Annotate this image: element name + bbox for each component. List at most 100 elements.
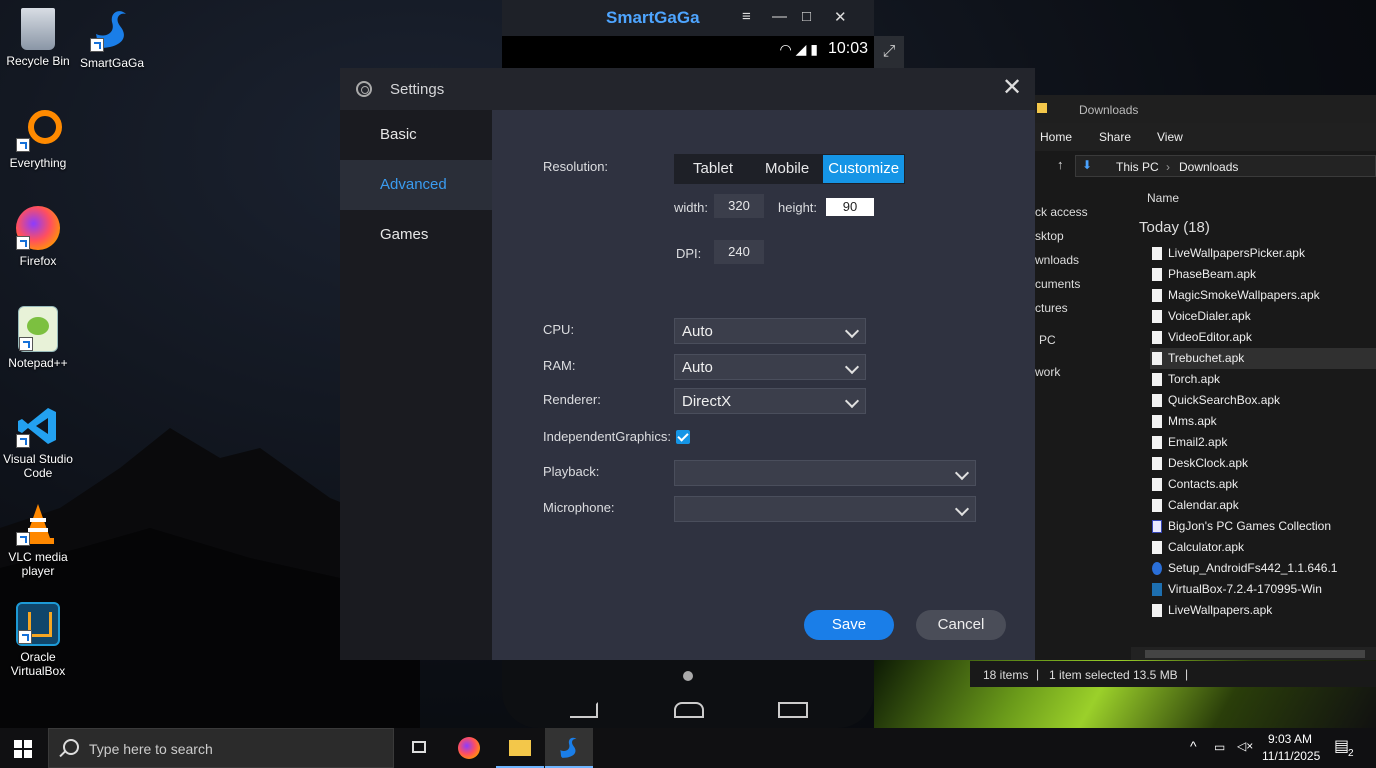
chevron-up-icon[interactable]: ^ — [1190, 738, 1197, 754]
taskbar-date[interactable]: 11/11/2025 — [1262, 749, 1320, 763]
cpu-select[interactable]: Auto — [674, 318, 866, 344]
taskbar-smartgaga-icon[interactable] — [545, 728, 593, 768]
desktop-icon-label: Everything — [9, 156, 67, 170]
list-item[interactable]: Torch.apk — [1150, 369, 1376, 390]
maximize-icon[interactable]: □ — [802, 8, 811, 25]
file-name: PhaseBeam.apk — [1168, 267, 1257, 281]
minimize-icon[interactable]: — — [772, 8, 787, 25]
close-icon[interactable]: ✕ — [834, 8, 847, 26]
ribbon-tab-share[interactable]: Share — [1099, 130, 1131, 144]
cancel-button[interactable]: Cancel — [916, 610, 1006, 640]
resolution-option-tablet[interactable]: Tablet — [675, 155, 751, 183]
list-item-selected[interactable]: Trebuchet.apk — [1150, 348, 1376, 369]
list-item[interactable]: MagicSmokeWallpapers.apk — [1150, 285, 1376, 306]
folder-icon — [1037, 103, 1047, 113]
tab-basic[interactable]: Basic — [340, 110, 492, 160]
desktop-icon-recycle-bin[interactable]: Recycle Bin — [0, 8, 76, 68]
list-item[interactable]: Calendar.apk — [1150, 495, 1376, 516]
file-name: DeskClock.apk — [1168, 456, 1249, 470]
fullscreen-icon[interactable]: ⤢ — [874, 36, 904, 68]
list-item[interactable]: Email2.apk — [1150, 432, 1376, 453]
home-icon[interactable] — [674, 702, 704, 718]
list-item[interactable]: VoiceDialer.apk — [1150, 306, 1376, 327]
width-input[interactable]: 320 — [714, 194, 764, 218]
desktop-icon-smartgaga[interactable]: SmartGaGa — [74, 8, 150, 70]
renderer-select[interactable]: DirectX — [674, 388, 866, 414]
ribbon-tab-home[interactable]: Home — [1040, 130, 1072, 144]
menu-icon[interactable]: ≡ — [742, 8, 751, 25]
list-item[interactable]: Calculator.apk — [1150, 537, 1376, 558]
chevron-down-icon — [844, 359, 860, 375]
ribbon-tab-view[interactable]: View — [1157, 130, 1183, 144]
breadcrumb-downloads[interactable]: Downloads — [1179, 160, 1238, 174]
chevron-down-icon — [954, 465, 970, 481]
explorer-title: Downloads — [1079, 103, 1139, 117]
desktop-icon-vscode[interactable]: Visual Studio Code — [0, 404, 76, 480]
tab-games[interactable]: Games — [340, 210, 492, 260]
file-name: VoiceDialer.apk — [1168, 309, 1251, 323]
file-name: Torch.apk — [1168, 372, 1221, 386]
list-item[interactable]: LiveWallpapers.apk — [1150, 600, 1376, 621]
file-icon — [1152, 310, 1162, 323]
desktop-icon-label: Notepad++ — [8, 356, 68, 370]
group-header-today[interactable]: Today (18) — [1139, 219, 1210, 236]
notification-count-badge: 2 — [1348, 748, 1354, 759]
address-bar[interactable]: ⬇ This PC › Downloads — [1075, 155, 1376, 177]
nav-item-pictures[interactable]: ctures — [1035, 301, 1068, 315]
back-icon[interactable] — [570, 702, 598, 718]
desktop-icon-vlc[interactable]: VLC media player — [0, 502, 76, 578]
nav-item-downloads[interactable]: wnloads — [1035, 253, 1079, 267]
taskbar-firefox-icon[interactable] — [446, 728, 494, 768]
windows-start-icon[interactable] — [14, 740, 32, 758]
dpi-input[interactable]: 240 — [714, 240, 764, 264]
taskbar-search-box[interactable]: Type here to search — [48, 728, 394, 768]
up-arrow-icon[interactable]: ↑ — [1057, 157, 1064, 172]
nav-item-documents[interactable]: cuments — [1035, 277, 1080, 291]
renderer-value: DirectX — [682, 393, 732, 410]
microphone-select[interactable] — [674, 496, 976, 522]
tab-advanced[interactable]: Advanced — [340, 160, 492, 210]
list-item[interactable]: VirtualBox-7.2.4-170995-Win — [1150, 579, 1376, 600]
ram-label: RAM: — [543, 358, 576, 373]
desktop-icon-virtualbox[interactable]: Oracle VirtualBox — [0, 602, 76, 678]
playback-select[interactable] — [674, 460, 976, 486]
notification-center-icon[interactable]: ▤ — [1334, 736, 1349, 756]
breadcrumb-this-pc[interactable]: This PC — [1116, 160, 1159, 174]
independent-graphics-checkbox[interactable] — [676, 430, 690, 444]
recents-icon[interactable] — [778, 702, 808, 718]
desktop-icon-firefox[interactable]: Firefox — [0, 206, 76, 268]
list-item[interactable]: Mms.apk — [1150, 411, 1376, 432]
list-item[interactable]: Contacts.apk — [1150, 474, 1376, 495]
task-view-icon[interactable] — [396, 728, 444, 768]
taskbar-time[interactable]: 9:03 AM — [1268, 732, 1312, 746]
taskbar-file-explorer-icon[interactable] — [496, 728, 544, 768]
nav-item-network[interactable]: work — [1035, 365, 1060, 379]
resolution-option-mobile[interactable]: Mobile — [751, 155, 823, 183]
settings-close-icon[interactable]: ✕ — [999, 76, 1025, 102]
list-item[interactable]: DeskClock.apk — [1150, 453, 1376, 474]
resolution-option-customize[interactable]: Customize — [823, 155, 905, 183]
file-name: Email2.apk — [1168, 435, 1228, 449]
desktop-icon-notepadpp[interactable]: Notepad++ — [0, 306, 76, 370]
horizontal-scrollbar[interactable] — [1131, 647, 1376, 661]
explorer-address-row: ↑ ⬇ This PC › Downloads — [1035, 151, 1376, 181]
nav-item-quick-access[interactable]: ck access — [1035, 205, 1088, 219]
desktop-icon-everything[interactable]: Everything — [0, 108, 76, 170]
ram-select[interactable]: Auto — [674, 354, 866, 380]
volume-mute-icon[interactable]: ◁× — [1237, 739, 1253, 753]
column-header-name[interactable]: Name — [1147, 191, 1179, 205]
network-icon[interactable]: ▭ — [1214, 740, 1225, 754]
nav-item-desktop[interactable]: sktop — [1035, 229, 1064, 243]
ram-value: Auto — [682, 359, 713, 376]
save-button[interactable]: Save — [804, 610, 894, 640]
list-item[interactable]: Setup_AndroidFs442_1.1.646.1 — [1150, 558, 1376, 579]
file-name: Calendar.apk — [1168, 498, 1239, 512]
height-input[interactable]: 90 — [826, 198, 874, 216]
list-item[interactable]: LiveWallpapersPicker.apk — [1150, 243, 1376, 264]
list-item[interactable]: PhaseBeam.apk — [1150, 264, 1376, 285]
list-item[interactable]: VideoEditor.apk — [1150, 327, 1376, 348]
list-item[interactable]: BigJon's PC Games Collection — [1150, 516, 1376, 537]
list-item[interactable]: QuickSearchBox.apk — [1150, 390, 1376, 411]
nav-item-this-pc[interactable]: PC — [1039, 333, 1056, 347]
scrollbar-thumb[interactable] — [1145, 650, 1365, 658]
